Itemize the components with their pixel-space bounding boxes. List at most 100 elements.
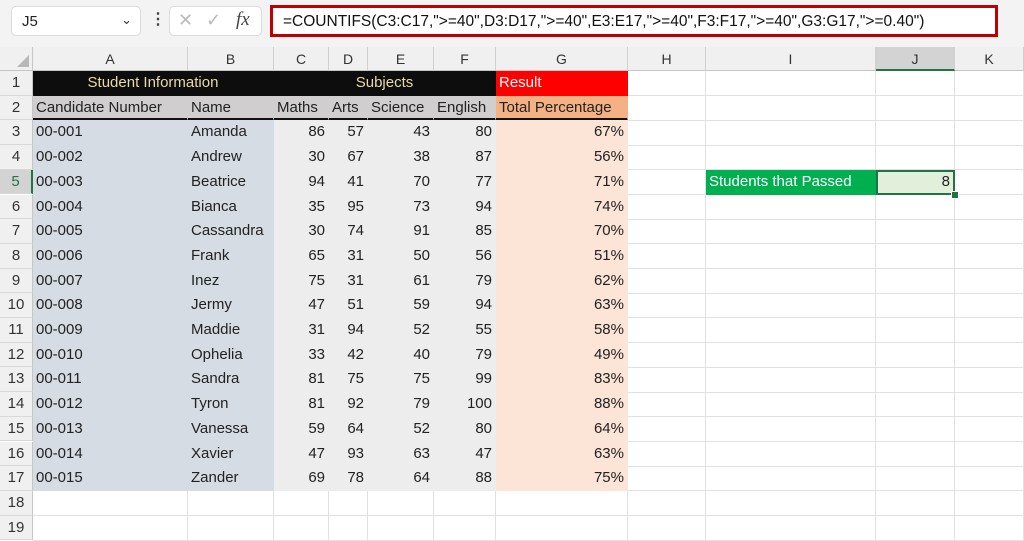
table-header-maths[interactable]: Maths <box>274 95 329 121</box>
cell-i2[interactable] <box>706 95 876 121</box>
cell-i1[interactable] <box>706 71 876 97</box>
student-maths-cell[interactable]: 86 <box>274 120 329 146</box>
cell-f19[interactable] <box>434 515 496 541</box>
student-total-cell[interactable]: 75% <box>496 466 628 492</box>
student-english-cell[interactable]: 88 <box>434 466 496 492</box>
student-name-cell[interactable]: Beatrice <box>188 169 274 195</box>
student-science-cell[interactable]: 91 <box>368 219 434 245</box>
student-english-cell[interactable]: 80 <box>434 120 496 146</box>
cell-a18[interactable] <box>33 490 188 517</box>
row-header-3[interactable]: 3 <box>0 120 33 146</box>
column-header-g[interactable]: G <box>496 47 628 71</box>
student-total-cell[interactable]: 70% <box>496 219 628 245</box>
student-maths-cell[interactable]: 47 <box>274 441 329 467</box>
cell-k15[interactable] <box>955 416 1024 442</box>
cell-i7[interactable] <box>706 219 876 245</box>
cell-b18[interactable] <box>188 490 274 517</box>
student-arts-cell[interactable]: 31 <box>329 268 368 294</box>
cell-g19[interactable] <box>496 515 628 541</box>
student-total-cell[interactable]: 63% <box>496 293 628 319</box>
column-header-j[interactable]: J <box>876 47 955 71</box>
student-arts-cell[interactable]: 64 <box>329 416 368 442</box>
table-header-english[interactable]: English <box>434 95 496 121</box>
row-header-17[interactable]: 17 <box>0 466 33 491</box>
student-science-cell[interactable]: 52 <box>368 318 434 344</box>
student-english-cell[interactable]: 47 <box>434 441 496 467</box>
student-english-cell[interactable]: 94 <box>434 293 496 319</box>
student-english-cell[interactable]: 100 <box>434 392 496 418</box>
cell-i11[interactable] <box>706 318 876 344</box>
row-header-9[interactable]: 9 <box>0 268 33 294</box>
student-id-cell[interactable]: 00-002 <box>33 145 188 171</box>
student-maths-cell[interactable]: 35 <box>274 194 329 220</box>
cell-j4[interactable] <box>876 145 955 171</box>
cell-k13[interactable] <box>955 367 1024 393</box>
student-maths-cell[interactable]: 31 <box>274 318 329 344</box>
cell-i8[interactable] <box>706 243 876 270</box>
student-arts-cell[interactable]: 93 <box>329 441 368 467</box>
student-id-cell[interactable]: 00-004 <box>33 194 188 220</box>
student-total-cell[interactable]: 74% <box>496 194 628 220</box>
student-name-cell[interactable]: Ophelia <box>188 342 274 368</box>
cell-h13[interactable] <box>628 367 706 393</box>
student-arts-cell[interactable]: 57 <box>329 120 368 146</box>
table-header-total-percentage[interactable]: Total Percentage <box>496 95 628 121</box>
section-header-student-information[interactable]: Student Information <box>33 71 274 97</box>
cell-h4[interactable] <box>628 145 706 171</box>
cell-k6[interactable] <box>955 194 1024 220</box>
cell-k19[interactable] <box>955 515 1024 541</box>
cell-e18[interactable] <box>368 490 434 517</box>
cell-j8[interactable] <box>876 243 955 270</box>
student-english-cell[interactable]: 94 <box>434 194 496 220</box>
student-arts-cell[interactable]: 95 <box>329 194 368 220</box>
student-maths-cell[interactable]: 94 <box>274 169 329 195</box>
enter-check-icon[interactable]: ✓ <box>206 10 221 31</box>
student-maths-cell[interactable]: 75 <box>274 268 329 294</box>
student-id-cell[interactable]: 00-007 <box>33 268 188 294</box>
section-header-result[interactable]: Result <box>496 71 628 97</box>
student-total-cell[interactable]: 62% <box>496 268 628 294</box>
table-header-science[interactable]: Science <box>368 95 434 121</box>
cell-h18[interactable] <box>628 490 706 517</box>
cell-j15[interactable] <box>876 416 955 442</box>
cell-h5[interactable] <box>628 169 706 195</box>
cell-h10[interactable] <box>628 293 706 319</box>
cell-k9[interactable] <box>955 268 1024 294</box>
cell-h2[interactable] <box>628 95 706 121</box>
row-header-12[interactable]: 12 <box>0 342 33 368</box>
student-arts-cell[interactable]: 74 <box>329 219 368 245</box>
student-total-cell[interactable]: 64% <box>496 416 628 442</box>
cell-j6[interactable] <box>876 194 955 220</box>
section-header-subjects[interactable]: Subjects <box>274 71 496 97</box>
cell-h17[interactable] <box>628 466 706 492</box>
row-header-14[interactable]: 14 <box>0 392 33 417</box>
cell-k12[interactable] <box>955 342 1024 368</box>
cell-h16[interactable] <box>628 441 706 467</box>
cell-h7[interactable] <box>628 219 706 245</box>
formula-input[interactable]: =COUNTIFS(C3:C17,">=40",D3:D17,">=40",E3… <box>270 5 998 37</box>
row-header-5[interactable]: 5 <box>0 169 33 195</box>
cell-k3[interactable] <box>955 120 1024 146</box>
table-header-candidate-number[interactable]: Candidate Number <box>33 95 188 121</box>
student-id-cell[interactable]: 00-001 <box>33 120 188 146</box>
student-science-cell[interactable]: 43 <box>368 120 434 146</box>
chevron-down-icon[interactable]: ⌄ <box>121 12 132 28</box>
column-header-e[interactable]: E <box>368 47 434 71</box>
students-passed-label[interactable]: Students that Passed <box>706 169 876 195</box>
cell-h8[interactable] <box>628 243 706 270</box>
student-name-cell[interactable]: Vanessa <box>188 416 274 442</box>
column-header-h[interactable]: H <box>628 47 706 71</box>
student-english-cell[interactable]: 77 <box>434 169 496 195</box>
cancel-icon[interactable]: ✕ <box>178 10 193 31</box>
cell-j17[interactable] <box>876 466 955 492</box>
cell-i10[interactable] <box>706 293 876 319</box>
student-arts-cell[interactable]: 75 <box>329 367 368 393</box>
fill-handle[interactable] <box>951 190 959 199</box>
student-maths-cell[interactable]: 81 <box>274 367 329 393</box>
cell-j2[interactable] <box>876 95 955 121</box>
cell-j12[interactable] <box>876 342 955 368</box>
student-arts-cell[interactable]: 94 <box>329 318 368 344</box>
column-header-k[interactable]: K <box>955 47 1024 71</box>
student-arts-cell[interactable]: 41 <box>329 169 368 195</box>
select-all-button[interactable] <box>0 47 33 71</box>
